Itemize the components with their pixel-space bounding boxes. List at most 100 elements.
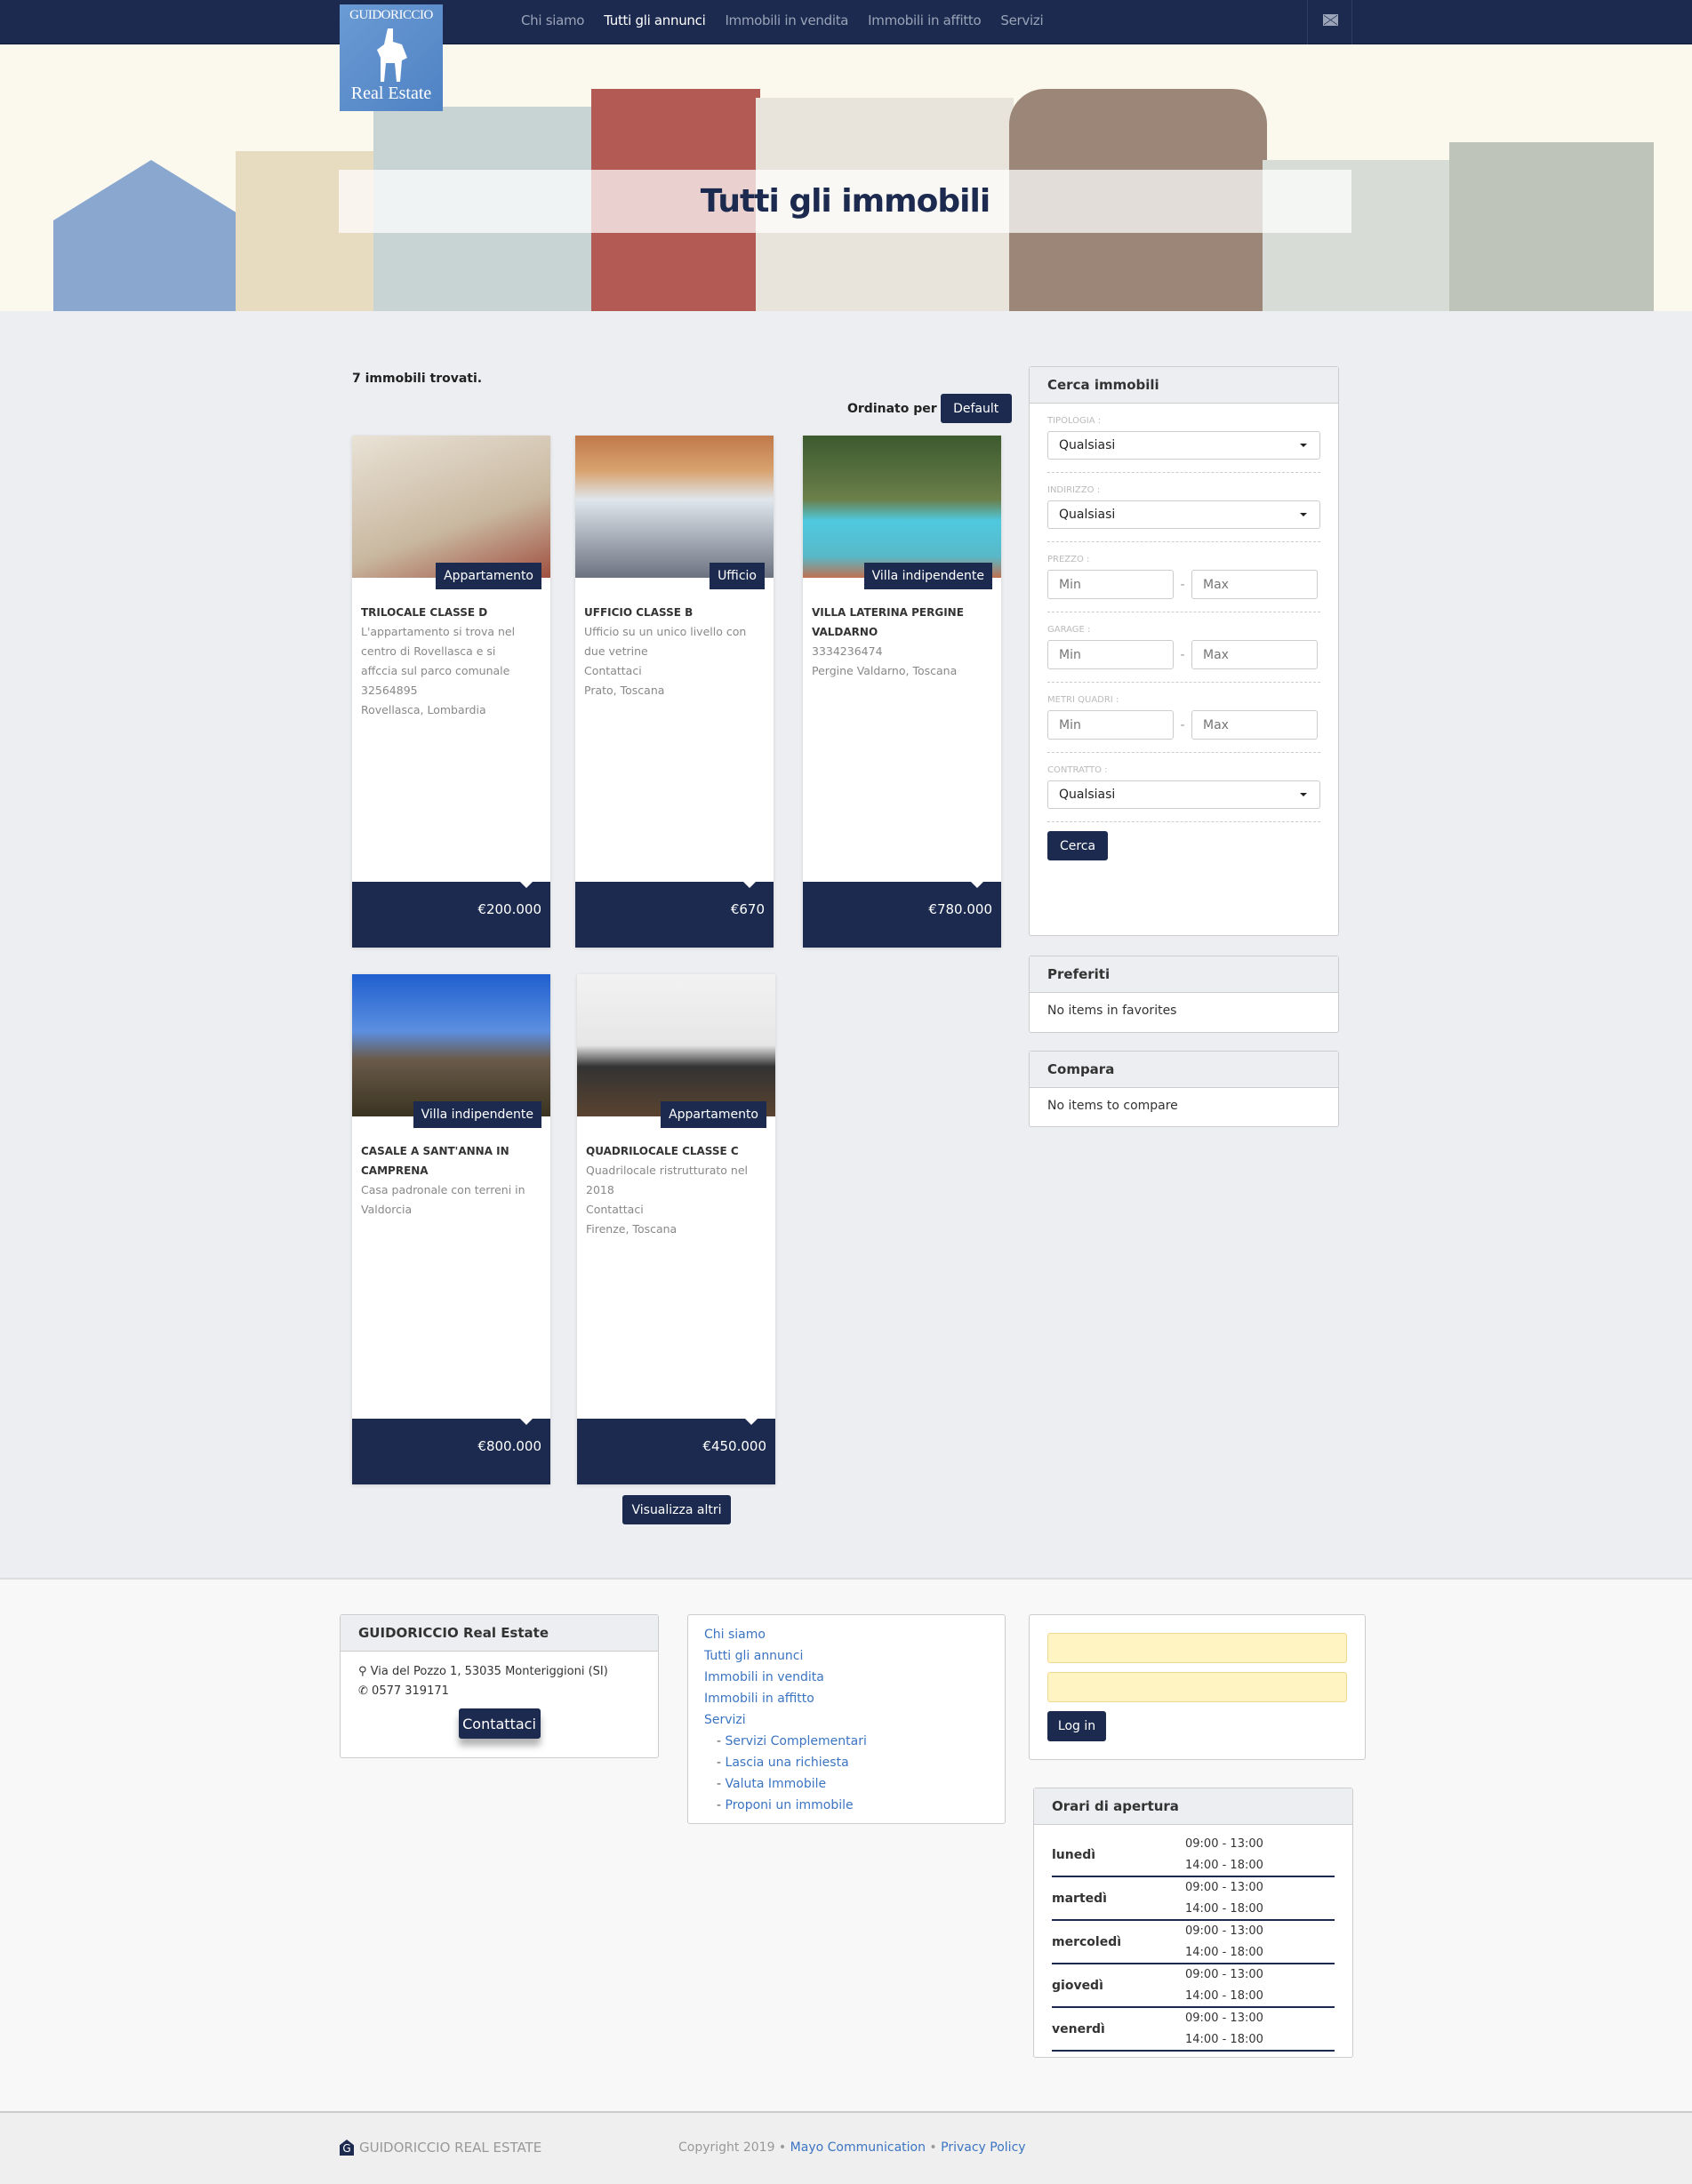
property-title[interactable]: CASALE A SANT'ANNA IN CAMPRENA: [361, 1141, 539, 1180]
day-name: martedì: [1052, 1892, 1107, 1906]
property-photo[interactable]: [803, 436, 1001, 578]
search-panel: Cerca immobili TIPOLOGIA : Qualsiasi IND…: [1029, 366, 1339, 936]
hours-row: lunedì 09:00 - 13:00 14:00 - 18:00: [1052, 1834, 1335, 1877]
nav-tutti-gli-annunci[interactable]: Tutti gli annunci: [604, 12, 706, 28]
hours-row: mercoledì 09:00 - 13:00 14:00 - 18:00: [1052, 1921, 1335, 1964]
property-photo[interactable]: [352, 974, 550, 1116]
login-button[interactable]: Log in: [1047, 1711, 1106, 1741]
nav-immobili-in-vendita[interactable]: Immobili in vendita: [725, 12, 848, 28]
property-type-badge: Villa indipendente: [413, 1101, 541, 1128]
afternoon-hours: 14:00 - 18:00: [1185, 1989, 1263, 2003]
opening-hours-title: Orari di apertura: [1034, 1788, 1352, 1825]
card-detail-line: Firenze, Toscana: [586, 1222, 678, 1236]
footer-link-servizi[interactable]: Servizi: [704, 1709, 989, 1731]
username-input[interactable]: [1047, 1633, 1347, 1663]
property-title[interactable]: UFFICIO CLASSE B: [584, 603, 762, 622]
property-title[interactable]: QUADRILOCALE CLASSE C: [586, 1141, 764, 1161]
mq-min-input[interactable]: [1047, 710, 1174, 740]
prezzo-min-input[interactable]: [1047, 570, 1174, 599]
opening-hours-panel: Orari di apertura lunedì 09:00 - 13:00 14:…: [1033, 1788, 1353, 2058]
property-photo[interactable]: [352, 436, 550, 578]
main-menu: Chi siamo Tutti gli annunci Immobili in …: [521, 12, 1044, 28]
brand-name: GUIDORICCIO REAL ESTATE: [359, 2140, 542, 2156]
footer-link-immobili-in-vendita[interactable]: Immobili in vendita: [704, 1667, 989, 1688]
password-input[interactable]: [1047, 1672, 1347, 1702]
nav-immobili-in-affitto[interactable]: Immobili in affitto: [868, 12, 982, 28]
property-photo[interactable]: [575, 436, 774, 578]
afternoon-hours: 14:00 - 18:00: [1185, 1902, 1263, 1916]
nav-servizi[interactable]: Servizi: [1000, 12, 1043, 28]
indirizzo-select[interactable]: Qualsiasi: [1047, 500, 1320, 529]
footer-link-tutti-gli-annunci[interactable]: Tutti gli annunci: [704, 1645, 989, 1667]
divider: [1047, 821, 1320, 822]
card-detail-line: Valdorcia: [361, 1203, 413, 1216]
compare-empty: No items to compare: [1047, 1099, 1178, 1113]
card-detail-line: Contattaci: [584, 664, 642, 677]
logo-text-top: GUIDORICCIO: [349, 8, 433, 22]
property-card[interactable]: Appartamento TRILOCALE CLASSE D L'apparta…: [352, 436, 550, 948]
company-phone: 0577 319171: [372, 1684, 449, 1698]
property-title[interactable]: TRILOCALE CLASSE D: [361, 603, 539, 622]
brand-logo-icon: G: [340, 2140, 354, 2156]
page-title: Tutti gli immobili: [700, 183, 990, 220]
load-more-button[interactable]: Visualizza altri: [622, 1495, 731, 1524]
card-detail-line: 3334236474: [812, 644, 883, 658]
afternoon-hours: 14:00 - 18:00: [1185, 2033, 1263, 2046]
property-card[interactable]: Ufficio UFFICIO CLASSE B Ufficio su un un…: [575, 436, 774, 948]
prezzo-max-input[interactable]: [1191, 570, 1318, 599]
envelope-icon[interactable]: [1323, 14, 1338, 26]
privacy-policy-link[interactable]: Privacy Policy: [941, 2140, 1025, 2155]
sort-dropdown-button[interactable]: Default: [940, 394, 1012, 423]
day-name: giovedì: [1052, 1979, 1103, 1993]
prezzo-label: PREZZO :: [1047, 555, 1090, 564]
property-card[interactable]: Villa indipendente VILLA LATERINA PERGIN…: [803, 436, 1001, 948]
afternoon-hours: 14:00 - 18:00: [1185, 1859, 1263, 1872]
property-price: €780.000: [803, 882, 1001, 948]
footer-link-valuta-immobile[interactable]: Valuta Immobile: [704, 1773, 989, 1795]
sort-label: Ordinato per: [847, 401, 937, 416]
tipologia-select[interactable]: Qualsiasi: [1047, 431, 1320, 460]
garage-min-input[interactable]: [1047, 640, 1174, 669]
contact-button[interactable]: Contattaci: [458, 1708, 541, 1739]
footer-link-proponi-un-immobile[interactable]: Proponi un immobile: [704, 1795, 989, 1816]
search-button[interactable]: Cerca: [1047, 831, 1108, 860]
mq-max-input[interactable]: [1191, 710, 1318, 740]
mayo-link[interactable]: Mayo Communication: [790, 2140, 926, 2155]
morning-hours: 09:00 - 13:00: [1185, 1968, 1263, 1981]
property-price: €800.000: [352, 1419, 550, 1484]
footer-link-servizi-complementari[interactable]: Servizi Complementari: [704, 1731, 989, 1752]
morning-hours: 09:00 - 13:00: [1185, 2012, 1263, 2025]
logo[interactable]: GUIDORICCIO Real Estate: [340, 4, 443, 111]
property-photo[interactable]: [577, 974, 775, 1116]
building-illustration: [1449, 142, 1654, 311]
card-detail-line: due vetrine: [584, 644, 648, 658]
day-name: mercoledì: [1052, 1935, 1122, 1949]
morning-hours: 09:00 - 13:00: [1185, 1881, 1263, 1894]
footer-link-chi-siamo[interactable]: Chi siamo: [704, 1624, 989, 1645]
morning-hours: 09:00 - 13:00: [1185, 1837, 1263, 1851]
property-card[interactable]: Villa indipendente CASALE A SANT'ANNA IN…: [352, 974, 550, 1484]
top-navbar: Chi siamo Tutti gli annunci Immobili in …: [0, 0, 1692, 44]
footer-link-lascia-una-richiesta[interactable]: Lascia una richiesta: [704, 1752, 989, 1773]
contratto-select[interactable]: Qualsiasi: [1047, 780, 1320, 809]
divider: [1047, 472, 1320, 473]
card-detail-line: Ufficio su un unico livello con: [584, 625, 747, 638]
hours-row: martedì 09:00 - 13:00 14:00 - 18:00: [1052, 1877, 1335, 1921]
card-detail-line: 2018: [586, 1183, 614, 1196]
property-card[interactable]: Appartamento QUADRILOCALE CLASSE C Quadri…: [577, 974, 775, 1484]
card-detail-line: L'appartamento si trova nel: [361, 625, 516, 638]
sort-control: Ordinato per Default: [847, 394, 1012, 423]
contratto-label: CONTRATTO :: [1047, 765, 1108, 775]
garage-max-input[interactable]: [1191, 640, 1318, 669]
footer-link-immobili-in-affitto[interactable]: Immobili in affitto: [704, 1688, 989, 1709]
nav-chi-siamo[interactable]: Chi siamo: [521, 12, 584, 28]
card-detail-line: affccia sul parco comunale: [361, 664, 510, 677]
copyright-text: Copyright 2019 •: [678, 2140, 787, 2155]
card-detail-line: Pergine Valdarno, Toscana: [812, 664, 958, 677]
compare-title: Compara: [1030, 1052, 1338, 1088]
day-name: lunedì: [1052, 1848, 1096, 1862]
property-type-badge: Appartamento: [661, 1101, 766, 1128]
property-title[interactable]: VILLA LATERINA PERGINE VALDARNO: [812, 603, 990, 642]
bottom-bar: G GUIDORICCIO REAL ESTATE Copyright 2019…: [0, 2111, 1692, 2184]
divider: [1047, 682, 1320, 683]
